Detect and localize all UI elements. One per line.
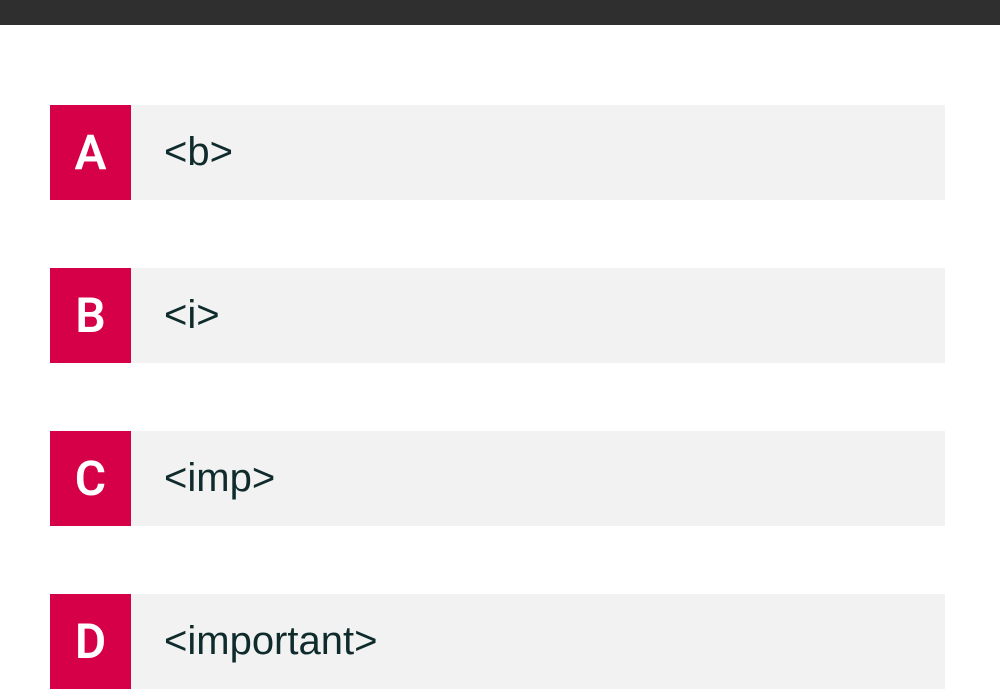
option-text: <i> <box>131 268 945 363</box>
top-bar <box>0 0 1000 25</box>
option-a[interactable]: A <b> <box>50 105 945 200</box>
option-d[interactable]: D <important> <box>50 594 945 689</box>
option-b[interactable]: B <i> <box>50 268 945 363</box>
option-letter: D <box>50 594 131 689</box>
option-letter: C <box>50 431 131 526</box>
option-letter: A <box>50 105 131 200</box>
option-letter: B <box>50 268 131 363</box>
option-text: <important> <box>131 594 945 689</box>
options-list: A <b> B <i> C <imp> D <important> <box>0 25 1000 689</box>
option-text: <imp> <box>131 431 945 526</box>
option-c[interactable]: C <imp> <box>50 431 945 526</box>
option-text: <b> <box>131 105 945 200</box>
